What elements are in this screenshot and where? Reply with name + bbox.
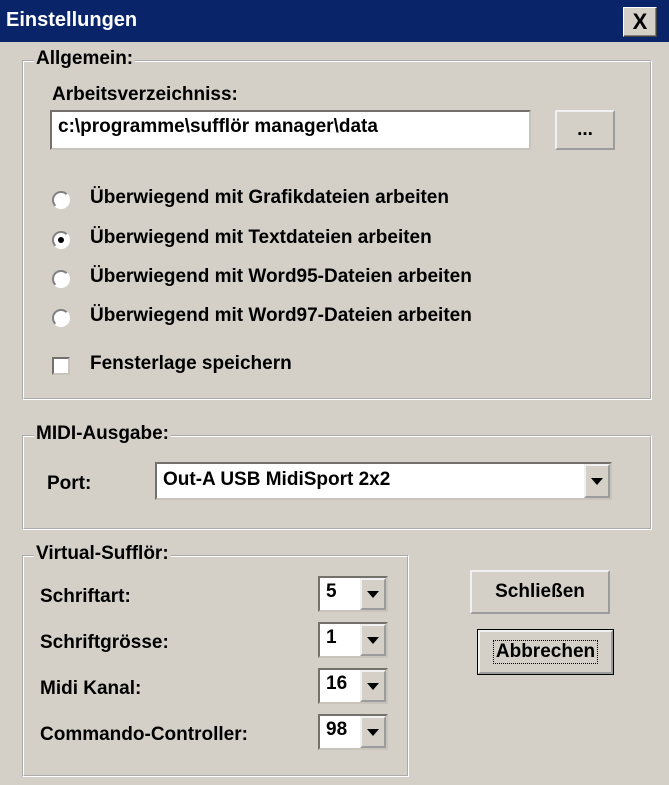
title-bar[interactable]: Einstellungen X [0, 0, 669, 42]
general-group-label: Allgemein: [34, 48, 136, 70]
midi-channel-value: 16 [326, 673, 348, 694]
command-controller-label: Commando-Controller: [40, 724, 248, 745]
chevron-down-icon [367, 682, 379, 690]
radio-label: Überwiegend mit Textdateien arbeiten [90, 227, 432, 248]
radio-label: Überwiegend mit Word95-Dateien arbeiten [90, 266, 472, 287]
radio-button[interactable] [52, 270, 70, 288]
midi-channel-dropdown-button[interactable] [360, 670, 386, 702]
font-size-select[interactable]: 1 [318, 622, 388, 658]
workdir-input[interactable]: c:\programme\sufflör manager\data [50, 110, 531, 150]
radio-button[interactable] [52, 309, 70, 327]
cancel-button-label: Abbrechen [492, 640, 599, 664]
close-button-label: Schließen [495, 581, 585, 602]
port-dropdown-button[interactable] [584, 464, 610, 498]
checkbox-label: Fensterlage speichern [90, 353, 292, 374]
browse-button[interactable]: ... [555, 110, 615, 150]
font-select[interactable]: 5 [318, 576, 388, 612]
font-size-value: 1 [326, 627, 337, 648]
workdir-label: Arbeitsverzeichniss: [52, 84, 238, 105]
font-label: Schriftart: [40, 586, 131, 607]
port-value: Out-A USB MidiSport 2x2 [163, 469, 391, 490]
command-controller-value: 98 [326, 719, 348, 740]
radio-button-selected[interactable] [52, 231, 70, 249]
port-label: Port: [47, 473, 92, 494]
workdir-value: c:\programme\sufflör manager\data [58, 116, 378, 137]
close-icon: X [632, 9, 648, 34]
cancel-button[interactable]: Abbrechen [477, 629, 614, 675]
command-controller-select[interactable]: 98 [318, 714, 388, 750]
midi-group-label: MIDI-Ausgabe: [34, 423, 171, 445]
midi-channel-select[interactable]: 16 [318, 668, 388, 704]
radio-button[interactable] [52, 191, 70, 209]
window-title: Einstellungen [6, 9, 138, 31]
font-size-label: Schriftgrösse: [40, 632, 169, 653]
font-value: 5 [326, 581, 337, 602]
font-size-dropdown-button[interactable] [360, 624, 386, 656]
midi-channel-label: Midi Kanal: [40, 678, 142, 699]
chevron-down-icon [367, 728, 379, 736]
chevron-down-icon [367, 636, 379, 644]
port-select[interactable]: Out-A USB MidiSport 2x2 [155, 462, 612, 500]
close-window-button[interactable]: X [623, 7, 657, 37]
virtual-group-label: Virtual-Sufflör: [34, 543, 171, 565]
chevron-down-icon [367, 590, 379, 598]
radio-selected-dot [58, 237, 64, 243]
radio-label: Überwiegend mit Grafikdateien arbeiten [90, 187, 449, 208]
browse-label: ... [577, 119, 593, 140]
font-dropdown-button[interactable] [360, 578, 386, 610]
command-controller-dropdown-button[interactable] [360, 716, 386, 748]
chevron-down-icon [591, 477, 603, 485]
close-button[interactable]: Schließen [470, 570, 610, 614]
save-window-position-checkbox[interactable] [52, 357, 70, 375]
radio-label: Überwiegend mit Word97-Dateien arbeiten [90, 305, 472, 326]
